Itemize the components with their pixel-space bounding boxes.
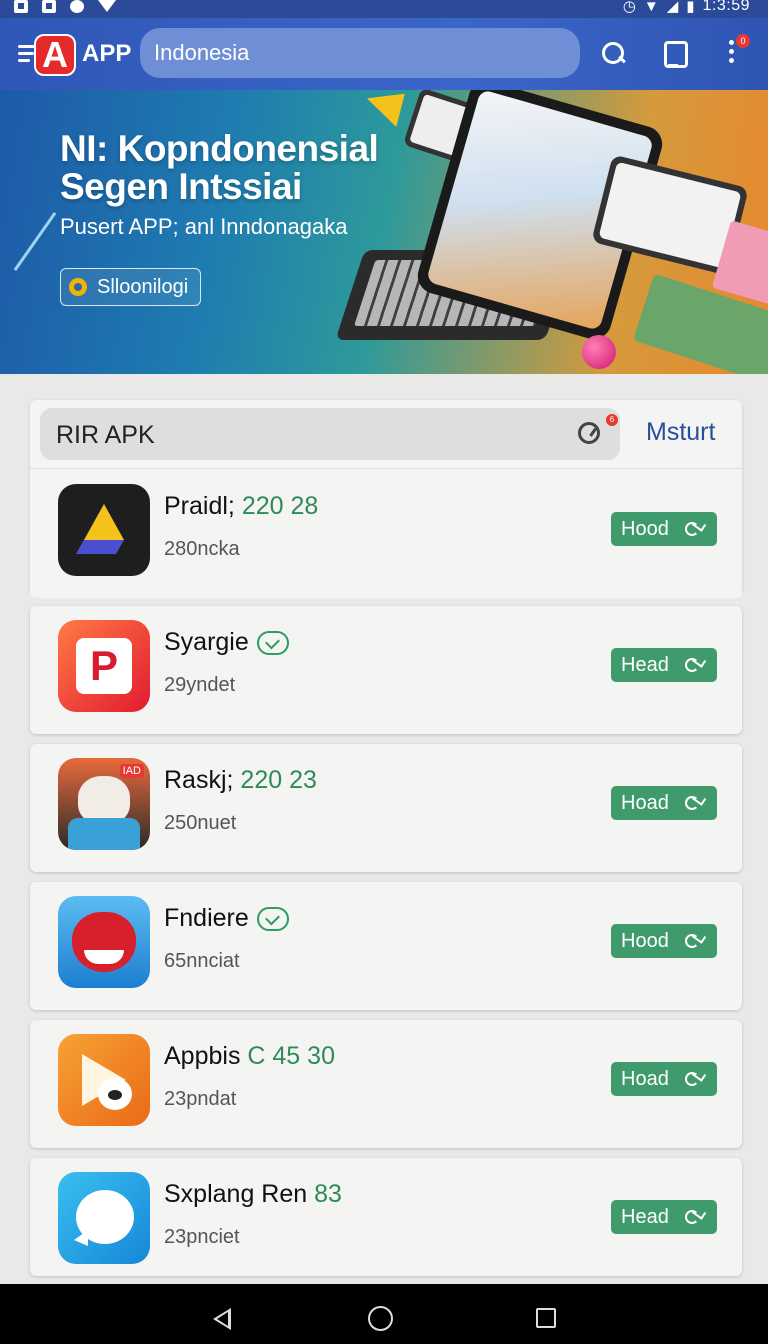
- app-subtitle: 250nuet: [164, 812, 237, 834]
- banner-decoration: [13, 211, 57, 272]
- alarm-icon: ◷: [622, 0, 636, 15]
- app-title: Syargie: [164, 628, 289, 657]
- apk-section-card: RIR APK 6 Msturt Praidl; 220 28 280ncka …: [30, 400, 742, 598]
- app-title: Fndiere: [164, 904, 289, 933]
- search-icon[interactable]: [600, 40, 626, 66]
- get-button[interactable]: Head: [611, 648, 717, 682]
- get-button[interactable]: Hoad: [611, 786, 717, 820]
- battery-icon: ▮: [686, 0, 695, 15]
- banner-title: NI: Kopndonensial Segen Intssiai: [60, 128, 379, 207]
- chat-bubble-app-icon: [58, 1172, 150, 1264]
- recent-apps-icon[interactable]: [536, 1308, 556, 1328]
- drive-app-icon: [58, 484, 150, 576]
- banner-subtitle: Pusert APP; anl Inndonagaka: [60, 214, 348, 239]
- p-letter-app-icon: P: [58, 620, 150, 712]
- app-bar: A APP 0: [0, 18, 768, 90]
- status-bar: ◷ ▼ ◢ ▮ 1:3:59: [0, 0, 768, 18]
- notification-badge: 0: [736, 34, 750, 48]
- section-header-field[interactable]: RIR APK 6: [40, 408, 620, 460]
- verified-icon: [256, 631, 289, 656]
- clock-time: 1:3:59: [702, 0, 750, 14]
- app-subtitle: 29yndet: [164, 674, 236, 696]
- dog-mascot-app-icon: IAD: [58, 758, 150, 850]
- section-label: RIR APK: [56, 421, 155, 449]
- app-logo[interactable]: A: [34, 34, 76, 76]
- app-subtitle: 65nnciat: [164, 950, 240, 972]
- home-icon[interactable]: [368, 1306, 393, 1331]
- app-title: Sxplang Ren 83: [164, 1180, 342, 1208]
- verified-icon: [256, 907, 289, 932]
- check-arrow-icon: [685, 657, 703, 672]
- app-list-item[interactable]: Appbis C 45 30 23pndat Hoad: [30, 1020, 742, 1148]
- check-arrow-icon: [685, 521, 703, 536]
- app-subtitle: 23pndat: [164, 1088, 237, 1110]
- banner-button-label: Slloonilogi: [97, 276, 189, 298]
- signal-icon: [98, 0, 116, 12]
- app-list-item[interactable]: Fndiere 65nnciat Hood: [30, 882, 742, 1010]
- cell-icon: ◢: [666, 0, 679, 15]
- app-subtitle: 23pnciet: [164, 1226, 240, 1248]
- promo-banner[interactable]: NI: Kopndonensial Segen Intssiai Pusert …: [0, 90, 768, 374]
- gear-icon: [69, 278, 87, 296]
- search-box[interactable]: [140, 28, 580, 78]
- get-button[interactable]: Hoad: [611, 1062, 717, 1096]
- back-icon[interactable]: [213, 1308, 231, 1330]
- banner-ball-illustration: [582, 335, 616, 369]
- status-notifications: [14, 0, 116, 13]
- app-list-item[interactable]: P Syargie 29yndet Head: [30, 606, 742, 734]
- play-panda-app-icon: [58, 1034, 150, 1126]
- location-icon: [70, 0, 84, 13]
- check-arrow-icon: [685, 1071, 703, 1086]
- app-subtitle: 280ncka: [164, 538, 240, 560]
- banner-button[interactable]: Slloonilogi: [60, 268, 202, 306]
- app-title: Praidl; 220 28: [164, 492, 319, 520]
- get-button[interactable]: Hood: [611, 512, 717, 546]
- app-list-item[interactable]: Praidl; 220 28 280ncka Hood: [30, 470, 742, 598]
- app-title: Appbis C 45 30: [164, 1042, 335, 1070]
- get-button[interactable]: Head: [611, 1200, 717, 1234]
- device-icon[interactable]: [662, 40, 688, 68]
- history-badge: 6: [606, 414, 618, 426]
- check-arrow-icon: [685, 933, 703, 948]
- app-title: Raskj; 220 23: [164, 766, 317, 794]
- search-input[interactable]: [154, 40, 554, 66]
- status-system: ◷ ▼ ◢ ▮ 1:3:59: [623, 0, 750, 15]
- check-arrow-icon: [685, 795, 703, 810]
- check-arrow-icon: [685, 1209, 703, 1224]
- notification-icon: [14, 0, 28, 13]
- section-action-link[interactable]: Msturt: [646, 418, 715, 447]
- system-nav-bar: [0, 1284, 768, 1344]
- banner-pin-illustration: [367, 90, 411, 131]
- history-icon[interactable]: [578, 422, 600, 444]
- wifi-icon: ▼: [643, 0, 659, 15]
- get-button[interactable]: Hood: [611, 924, 717, 958]
- app-list-item[interactable]: Sxplang Ren 83 23pnciet Head: [30, 1158, 742, 1276]
- app-list-item[interactable]: IAD Raskj; 220 23 250nuet Hoad: [30, 744, 742, 872]
- app-name: APP: [82, 40, 132, 67]
- download-icon: [42, 0, 56, 13]
- divider: [30, 468, 742, 469]
- devil-face-app-icon: [58, 896, 150, 988]
